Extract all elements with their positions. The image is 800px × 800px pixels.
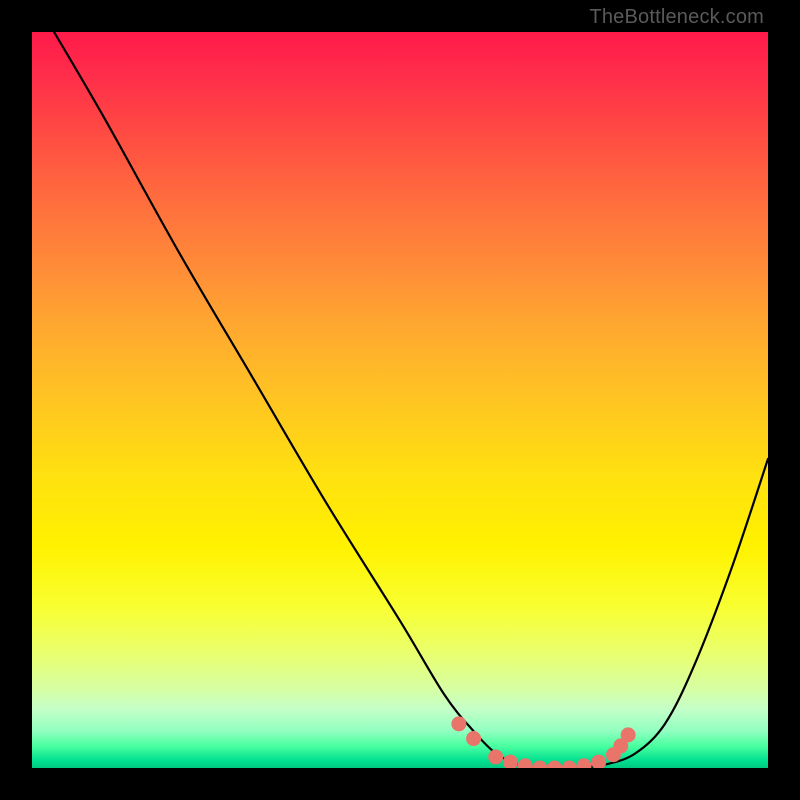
marker-dot — [451, 716, 466, 731]
chart-svg — [32, 32, 768, 768]
marker-dot — [591, 755, 606, 768]
marker-dot — [532, 761, 547, 769]
watermark-text: TheBottleneck.com — [589, 6, 764, 29]
marker-dot — [562, 761, 577, 769]
optimal-zone-markers — [451, 716, 635, 768]
plot-area — [32, 32, 768, 768]
chart-frame: TheBottleneck.com — [0, 0, 800, 800]
marker-dot — [518, 758, 533, 768]
marker-dot — [466, 731, 481, 746]
marker-dot — [488, 749, 503, 764]
marker-dot — [547, 761, 562, 769]
bottleneck-curve — [54, 32, 768, 768]
marker-dot — [621, 727, 636, 742]
marker-dot — [503, 755, 518, 768]
marker-dot — [577, 758, 592, 768]
